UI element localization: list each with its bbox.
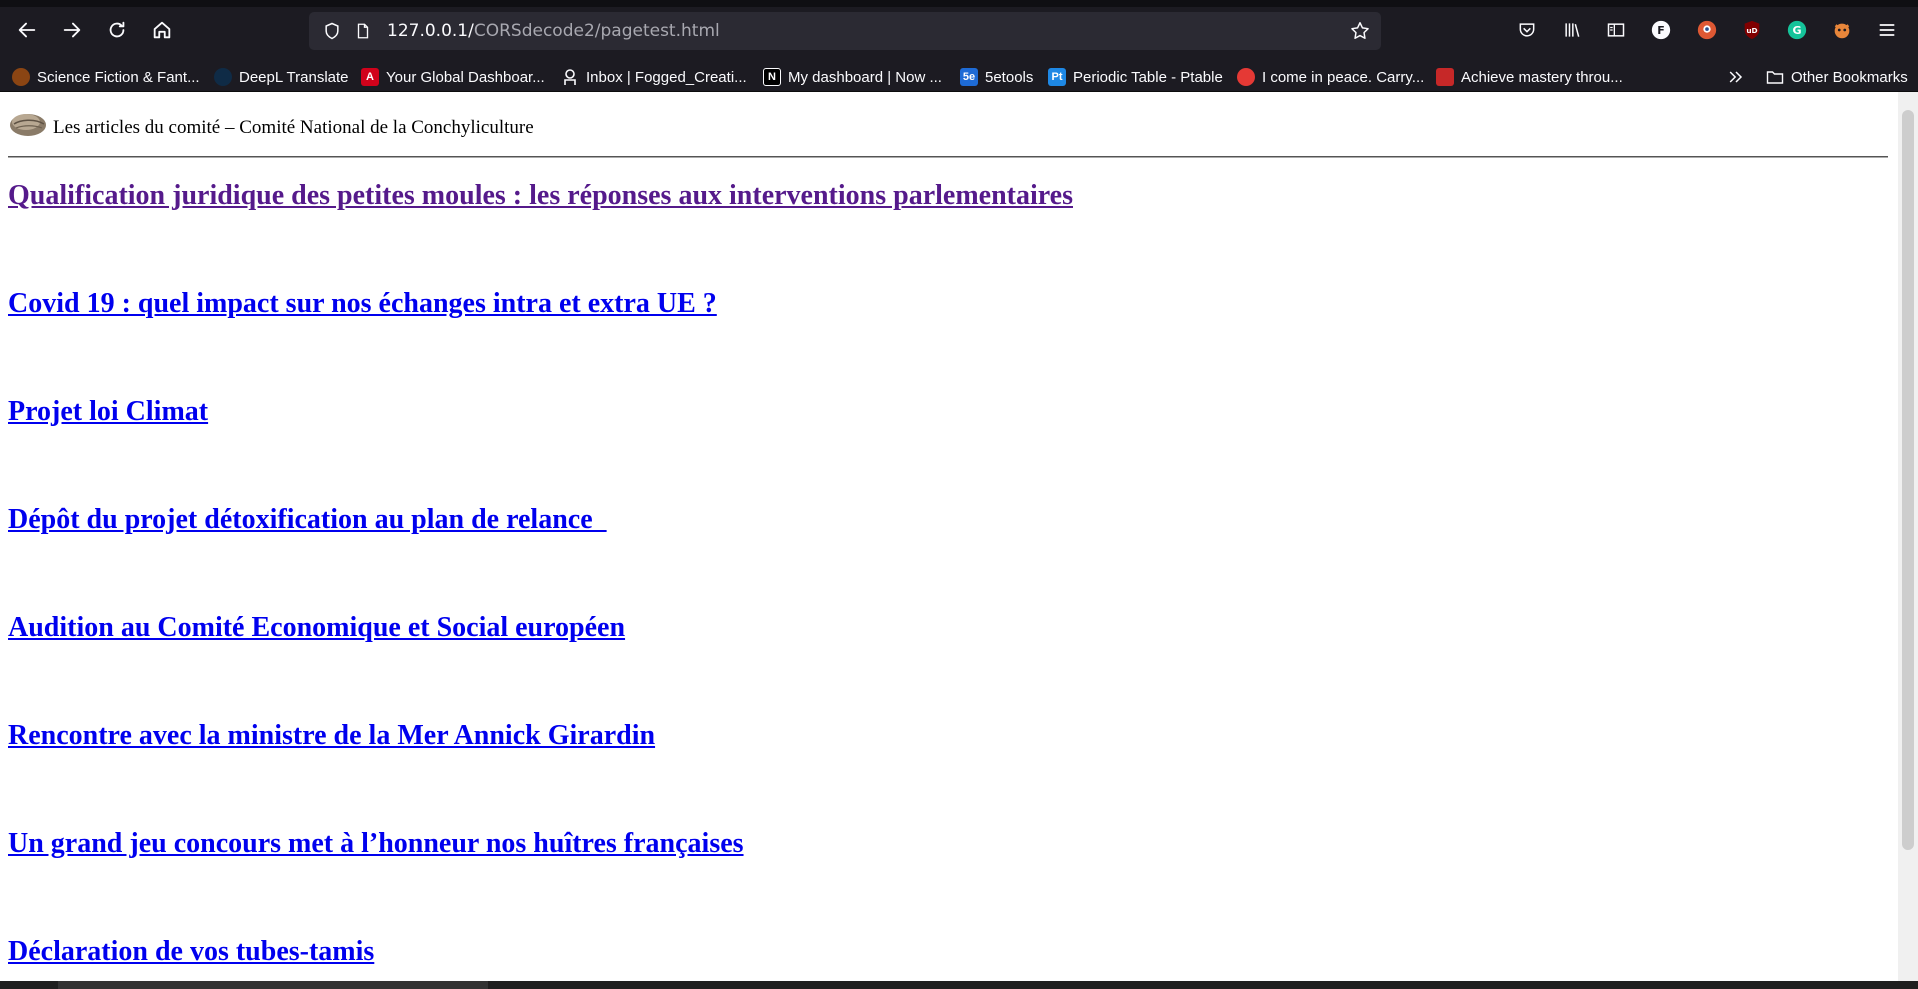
ublock-icon[interactable]: uD — [1738, 16, 1766, 44]
bookmark-item[interactable]: Achieve mastery throu... — [1436, 66, 1623, 88]
back-arrow-icon — [18, 22, 36, 38]
page-header-title: Les articles du comité – Comité National… — [53, 117, 534, 138]
bookmark-label: Your Global Dashboar... — [386, 68, 545, 86]
account-f-icon[interactable]: F — [1647, 16, 1675, 44]
taskbar — [0, 981, 1918, 989]
svg-text:G: G — [1792, 24, 1801, 37]
article-link[interactable]: Déclaration de vos tubes-tamis — [8, 936, 374, 968]
bookmark-item[interactable]: Pt Periodic Table - Ptable — [1048, 66, 1223, 88]
address-bar[interactable]: 127.0.0.1/CORSdecode2/pagetest.html — [309, 12, 1381, 50]
bookmark-label: Inbox | Fogged_Creati... — [586, 68, 747, 86]
bookmarks-bar: Science Fiction & Fant... DeepL Translat… — [0, 62, 1918, 92]
scrollbar-thumb[interactable] — [1902, 110, 1914, 850]
bookmark-item[interactable]: A Your Global Dashboar... — [361, 66, 545, 88]
double-chevron-right-icon — [1729, 71, 1743, 83]
oyster-logo-icon — [8, 108, 48, 138]
article-link[interactable]: Un grand jeu concours met à l’honneur no… — [8, 828, 744, 860]
taskbar-segment[interactable] — [58, 981, 488, 989]
bookmark-item[interactable]: Science Fiction & Fant... — [12, 66, 200, 88]
article-link[interactable]: Covid 19 : quel impact sur nos échanges … — [8, 288, 717, 320]
home-button[interactable] — [146, 14, 178, 46]
bookmarks-overflow-button[interactable] — [1726, 66, 1746, 88]
folder-icon — [1766, 68, 1784, 86]
deepl-favicon-icon — [214, 68, 232, 86]
notion-favicon-icon: N — [763, 68, 781, 86]
tab-strip — [0, 0, 1918, 7]
other-bookmarks-folder[interactable]: Other Bookmarks — [1766, 66, 1908, 88]
shield-icon[interactable] — [321, 20, 343, 42]
bookmark-label: DeepL Translate — [239, 68, 349, 86]
star-bookmark-icon[interactable] — [1349, 20, 1371, 42]
bookmark-item[interactable]: I come in peace. Carry... — [1237, 66, 1424, 88]
reload-button[interactable] — [101, 14, 133, 46]
book-favicon-icon — [12, 68, 30, 86]
page-content: Les articles du comité – Comité National… — [0, 92, 1898, 981]
reload-icon — [109, 21, 125, 38]
fox-extension-icon[interactable] — [1828, 16, 1856, 44]
5etools-favicon-icon: 5e — [960, 68, 978, 86]
page-header: Les articles du comité – Comité National… — [8, 104, 534, 138]
bookmark-item[interactable]: 5e 5etools — [960, 66, 1033, 88]
home-icon — [153, 21, 171, 39]
article-link[interactable]: Projet loi Climat — [8, 396, 208, 428]
forward-button[interactable] — [56, 14, 88, 46]
other-bookmarks-label: Other Bookmarks — [1791, 68, 1908, 86]
pocket-icon[interactable] — [1513, 16, 1541, 44]
bookmark-label: I come in peace. Carry... — [1262, 68, 1425, 86]
article-link[interactable]: Audition au Comité Economique et Social … — [8, 612, 625, 644]
article-link[interactable]: Dépôt du projet détoxification au plan d… — [8, 504, 607, 536]
back-button[interactable] — [11, 14, 43, 46]
article-link[interactable]: Qualification juridique des petites moul… — [8, 180, 1073, 212]
forward-arrow-icon — [63, 22, 81, 38]
bookmark-item[interactable]: N My dashboard | Now ... — [763, 66, 942, 88]
browser-toolbar: 127.0.0.1/CORSdecode2/pagetest.html F uD… — [0, 0, 1918, 62]
page-info-icon[interactable] — [352, 20, 374, 42]
url-path: CORSdecode2/pagetest.html — [473, 21, 720, 41]
bookmark-label: Achieve mastery throu... — [1461, 68, 1623, 86]
article-link[interactable]: Rencontre avec la ministre de la Mer Ann… — [8, 720, 655, 752]
svg-text:F: F — [1657, 24, 1665, 37]
bookmark-item[interactable]: DeepL Translate — [214, 66, 349, 88]
ptable-favicon-icon: Pt — [1048, 68, 1066, 86]
hamburger-menu-icon[interactable] — [1873, 16, 1901, 44]
grammarly-icon[interactable]: G — [1783, 16, 1811, 44]
library-icon[interactable] — [1558, 16, 1586, 44]
duckduckgo-icon[interactable] — [1693, 16, 1721, 44]
mastery-favicon-icon — [1436, 68, 1454, 86]
url-host: 127.0.0.1/ — [387, 21, 474, 41]
proton-favicon-icon — [561, 68, 579, 86]
bookmark-label: My dashboard | Now ... — [788, 68, 942, 86]
sidebar-icon[interactable] — [1602, 16, 1630, 44]
svg-text:uD: uD — [1746, 26, 1757, 35]
url-text[interactable]: 127.0.0.1/CORSdecode2/pagetest.html — [387, 21, 720, 41]
bookmark-label: Science Fiction & Fant... — [37, 68, 200, 86]
a-favicon-icon: A — [361, 68, 379, 86]
vertical-scrollbar[interactable] — [1898, 92, 1918, 981]
bookmark-label: Periodic Table - Ptable — [1073, 68, 1223, 86]
red-circle-favicon-icon — [1237, 68, 1255, 86]
bookmark-label: 5etools — [985, 68, 1034, 86]
horizontal-rule — [8, 156, 1888, 158]
bookmark-item[interactable]: Inbox | Fogged_Creati... — [561, 66, 747, 88]
